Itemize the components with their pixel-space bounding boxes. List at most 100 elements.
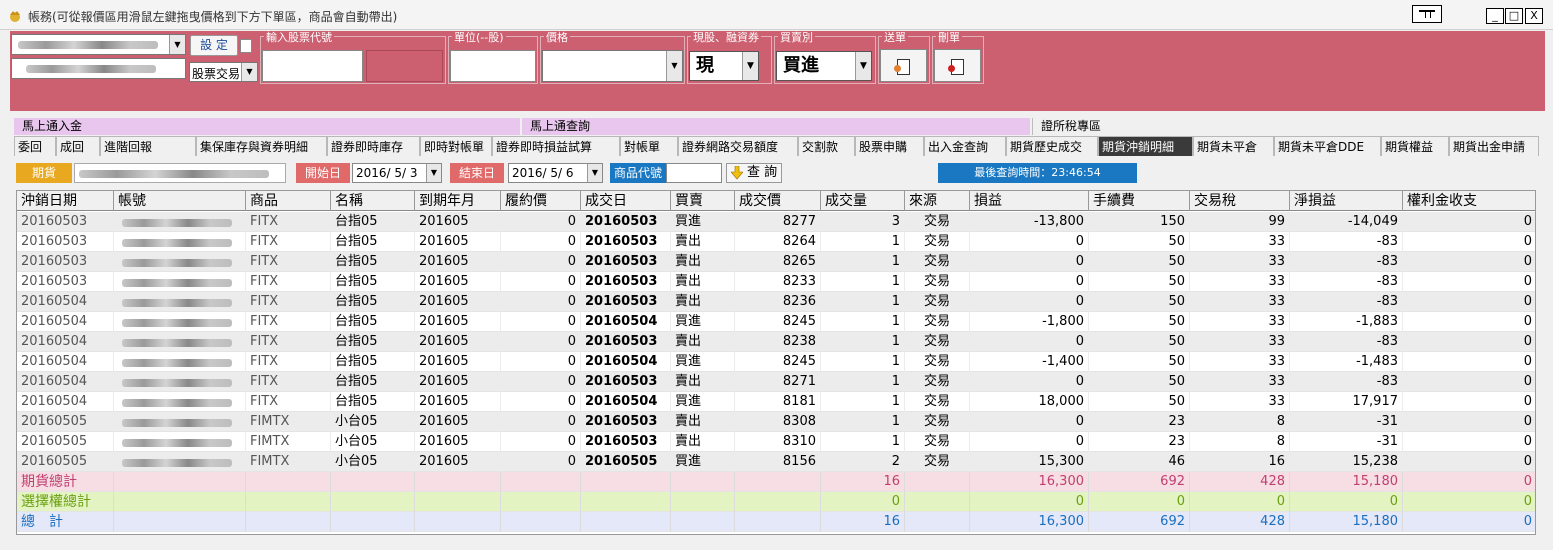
- table-row[interactable]: 20160503 FITX 台指05 201605 0 20160503 賣出 8233 1 交易…: [17, 272, 1535, 292]
- header-side[interactable]: 買賣: [671, 191, 735, 211]
- account-display: [74, 163, 286, 183]
- tab-trade-limit[interactable]: 證券網路交易額度: [678, 136, 798, 156]
- header-name[interactable]: 名稱: [331, 191, 415, 211]
- cell-offset-date: 20160503: [17, 272, 114, 292]
- tab-order-reply[interactable]: 委回: [14, 136, 56, 156]
- tab-futures-open[interactable]: 期貨未平倉: [1193, 136, 1274, 156]
- send-order-button[interactable]: [880, 49, 927, 82]
- cell-tax: 99: [1190, 212, 1290, 232]
- table-row[interactable]: 20160504 FITX 台指05 201605 0 20160504 買進 8245 1 交易…: [17, 352, 1535, 372]
- tab-statement[interactable]: 對帳單: [620, 136, 678, 156]
- cell-qty: 1: [821, 292, 905, 312]
- table-row[interactable]: 20160503 FITX 台指05 201605 0 20160503 買進 8277 3 交易…: [17, 212, 1535, 232]
- header-offset-date[interactable]: 沖銷日期: [17, 191, 114, 211]
- cell-strike: 0: [501, 412, 581, 432]
- cash-margin-select[interactable]: 現 ▼: [689, 51, 759, 81]
- account-select[interactable]: ▼: [11, 34, 186, 55]
- cell-fee: 50: [1089, 232, 1190, 252]
- total-cell: [331, 492, 415, 512]
- table-row[interactable]: 20160505 FIMTX 小台05 201605 0 20160503 賣出 8308 1 交…: [17, 412, 1535, 432]
- header-qty[interactable]: 成交量: [821, 191, 905, 211]
- pin-icon[interactable]: [1412, 5, 1442, 23]
- start-date-picker[interactable]: 2016/ 5/ 3 ▼: [352, 163, 442, 183]
- strip-tax[interactable]: 證所稅專區: [1032, 118, 1539, 135]
- tab-futures-history[interactable]: 期貨歷史成交: [1006, 136, 1098, 156]
- total-futures-row: 期貨總計 16 16,300 692 428 15,180 0: [17, 472, 1535, 492]
- unit-input[interactable]: [450, 50, 536, 82]
- cell-fee: 50: [1089, 352, 1190, 372]
- strip-query[interactable]: 馬上通查詢: [522, 118, 1030, 135]
- tab-realtime-pl[interactable]: 證券即時損益試算: [492, 136, 620, 156]
- subaccount-select[interactable]: [11, 58, 186, 79]
- cell-name: 小台05: [331, 432, 415, 452]
- tab-realtime-statement[interactable]: 即時對帳單: [420, 136, 492, 156]
- table-row[interactable]: 20160504 FITX 台指05 201605 0 20160504 買進 8245 1 交易…: [17, 312, 1535, 332]
- maximize-button[interactable]: □: [1505, 8, 1523, 24]
- grand-total-row: 總 計 16 16,300 692 428 15,180 0: [17, 512, 1535, 532]
- header-source[interactable]: 來源: [905, 191, 970, 211]
- header-account[interactable]: 帳號: [114, 191, 246, 211]
- cell-premium: 0: [1403, 232, 1535, 252]
- cell-product: FITX: [246, 372, 331, 392]
- grand-total-fee: 692: [1089, 512, 1190, 532]
- table-row[interactable]: 20160505 FIMTX 小台05 201605 0 20160505 買進 8156 2 交…: [17, 452, 1535, 472]
- strip-deposit[interactable]: 馬上通入金: [14, 118, 520, 135]
- trade-type-select[interactable]: 股票交易 ▼: [189, 62, 258, 82]
- header-strike[interactable]: 履約價: [501, 191, 581, 211]
- tab-futures-equity[interactable]: 期貨權益: [1381, 136, 1449, 156]
- header-net-pl[interactable]: 淨損益: [1290, 191, 1403, 211]
- buy-sell-select[interactable]: 買進 ▼: [776, 51, 872, 81]
- table-row[interactable]: 20160505 FIMTX 小台05 201605 0 20160503 賣出 8310 1 交…: [17, 432, 1535, 452]
- cell-pl: 0: [970, 332, 1089, 352]
- table-row[interactable]: 20160504 FITX 台指05 201605 0 20160503 賣出 8238 1 交易…: [17, 332, 1535, 352]
- query-button[interactable]: 查 詢: [726, 163, 782, 183]
- header-price[interactable]: 成交價: [735, 191, 821, 211]
- header-expiry[interactable]: 到期年月: [415, 191, 501, 211]
- cell-side: 買進: [671, 212, 735, 232]
- tab-futures-open-dde[interactable]: 期貨未平倉DDE: [1274, 136, 1381, 156]
- stock-code-input[interactable]: [262, 50, 363, 82]
- lock-icon[interactable]: [240, 39, 252, 53]
- table-row[interactable]: 20160503 FITX 台指05 201605 0 20160503 賣出 8264 1 交易…: [17, 232, 1535, 252]
- cell-strike: 0: [501, 292, 581, 312]
- table-row[interactable]: 20160504 FITX 台指05 201605 0 20160504 買進 8181 1 交易…: [17, 392, 1535, 412]
- set-button[interactable]: 設 定: [190, 35, 238, 56]
- price-select[interactable]: ▼: [542, 50, 683, 82]
- total-cell: [246, 492, 331, 512]
- market-tag[interactable]: 期貨: [16, 163, 72, 183]
- total-options-net-pl: 0: [1290, 492, 1403, 512]
- minimize-button[interactable]: _: [1486, 8, 1504, 24]
- header-tax[interactable]: 交易稅: [1190, 191, 1290, 211]
- close-button[interactable]: X: [1525, 8, 1543, 24]
- cell-fee: 50: [1089, 332, 1190, 352]
- tab-futures-offset[interactable]: 期貨沖銷明細: [1098, 136, 1193, 156]
- tab-cash-flow[interactable]: 出入金查詢: [924, 136, 1006, 156]
- product-code-input[interactable]: [666, 163, 722, 183]
- header-product[interactable]: 商品: [246, 191, 331, 211]
- tab-custody-inventory[interactable]: 集保庫存與資券明細: [196, 136, 327, 156]
- end-date-picker[interactable]: 2016/ 5/ 6 ▼: [508, 163, 603, 183]
- total-cell: [331, 512, 415, 532]
- cell-product: FITX: [246, 212, 331, 232]
- tab-ipo[interactable]: 股票申購: [855, 136, 924, 156]
- header-trade-date[interactable]: 成交日: [581, 191, 671, 211]
- table-row[interactable]: 20160503 FITX 台指05 201605 0 20160503 賣出 8265 1 交易…: [17, 252, 1535, 272]
- tab-realtime-inventory[interactable]: 證券即時庫存: [327, 136, 420, 156]
- window-titlebar: 帳務(可從報價區用滑鼠左鍵拖曳價格到下方下單區，商品會自動帶出) _ □ X: [0, 0, 1553, 30]
- header-pl[interactable]: 損益: [970, 191, 1089, 211]
- header-fee[interactable]: 手續費: [1089, 191, 1190, 211]
- header-premium[interactable]: 權利金收支: [1403, 191, 1535, 211]
- cell-side: 買進: [671, 312, 735, 332]
- delete-order-button[interactable]: [934, 49, 981, 82]
- cell-strike: 0: [501, 352, 581, 372]
- cell-pl: -13,800: [970, 212, 1089, 232]
- tab-advanced-report[interactable]: 進階回報: [100, 136, 196, 156]
- cell-tax: 8: [1190, 412, 1290, 432]
- cell-source: 交易: [905, 432, 970, 452]
- table-row[interactable]: 20160504 FITX 台指05 201605 0 20160503 賣出 8271 1 交易…: [17, 372, 1535, 392]
- tab-futures-withdraw[interactable]: 期貨出金申請: [1449, 136, 1539, 156]
- total-cell: [671, 472, 735, 492]
- table-row[interactable]: 20160504 FITX 台指05 201605 0 20160503 賣出 8236 1 交易…: [17, 292, 1535, 312]
- tab-settlement[interactable]: 交割款: [798, 136, 855, 156]
- tab-fill-reply[interactable]: 成回: [56, 136, 100, 156]
